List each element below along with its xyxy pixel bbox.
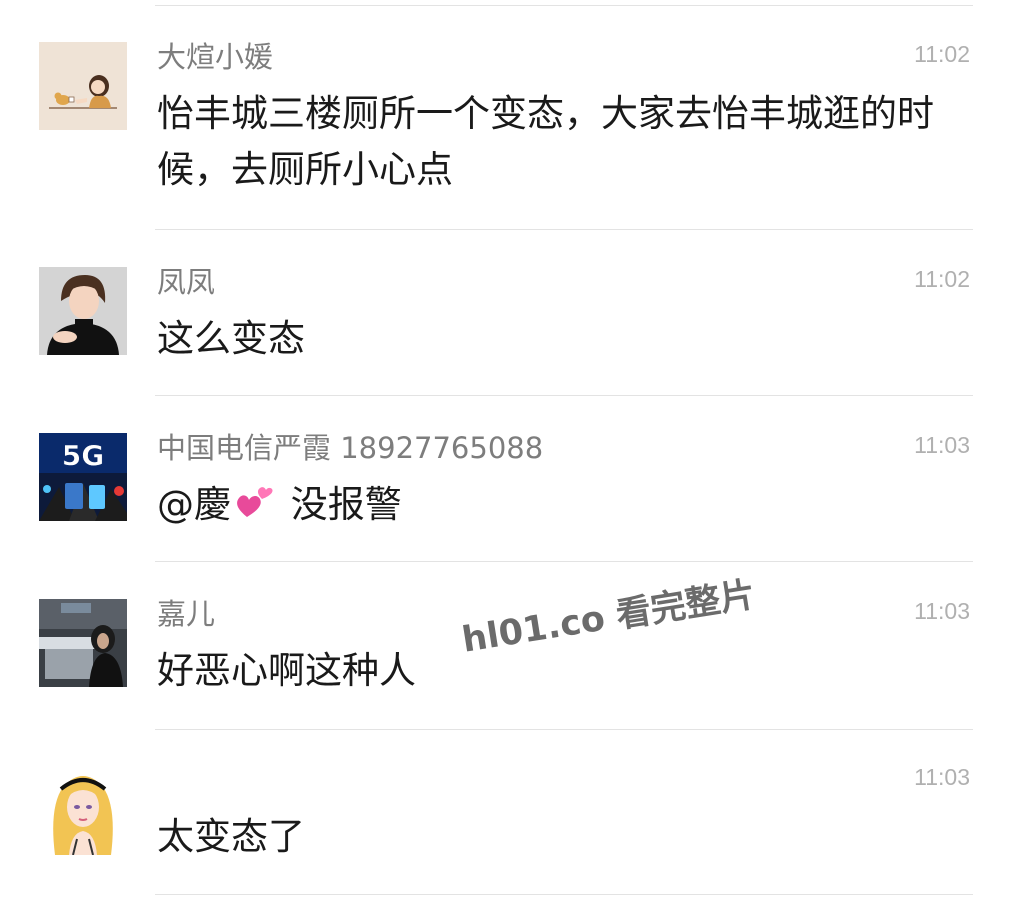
blonde-girl-illustration-avatar[interactable]	[39, 767, 127, 855]
divider	[155, 561, 973, 562]
comment-time: 11:03	[914, 764, 970, 790]
comment-list: 大煊小媛 11:02 怡丰城三楼厕所一个变态，大家去怡丰城逛的时候，去厕所小心点…	[0, 0, 1012, 900]
avatar-label: 5G	[62, 439, 104, 472]
comment-time: 11:03	[914, 432, 970, 458]
divider	[155, 5, 973, 6]
comment-author[interactable]: 大煊小媛	[157, 40, 273, 74]
divider	[155, 229, 973, 230]
comment-message-text: 没报警	[290, 483, 402, 526]
woman-in-room-photo-avatar[interactable]	[39, 599, 127, 687]
mention-link[interactable]: @慶	[157, 483, 231, 526]
comment-author[interactable]: 凤凤	[157, 265, 215, 299]
comment-time: 11:02	[914, 41, 970, 67]
comment-message: 这么变态	[157, 317, 305, 360]
divider	[155, 729, 973, 730]
comment-time: 11:02	[914, 266, 970, 292]
comment-message: 怡丰城三楼厕所一个变态，大家去怡丰城逛的时候，去厕所小心点	[157, 92, 934, 191]
5g-telecom-avatar[interactable]: 5G	[39, 433, 127, 521]
comment-author[interactable]: 嘉儿	[157, 597, 215, 631]
comment-message: 好恶心啊这种人	[157, 649, 416, 692]
divider	[155, 395, 973, 396]
girl-with-cat-cartoon-avatar[interactable]	[39, 42, 127, 130]
comment-time: 11:03	[914, 598, 970, 624]
comment-message: @慶 没报警	[157, 477, 967, 533]
comment-message: 太变态了	[157, 815, 305, 858]
comment-author[interactable]: 中国电信严霞 18927765088	[157, 431, 543, 465]
divider	[155, 894, 973, 895]
two-hearts-emoji	[237, 487, 273, 517]
woman-portrait-avatar[interactable]	[39, 267, 127, 355]
